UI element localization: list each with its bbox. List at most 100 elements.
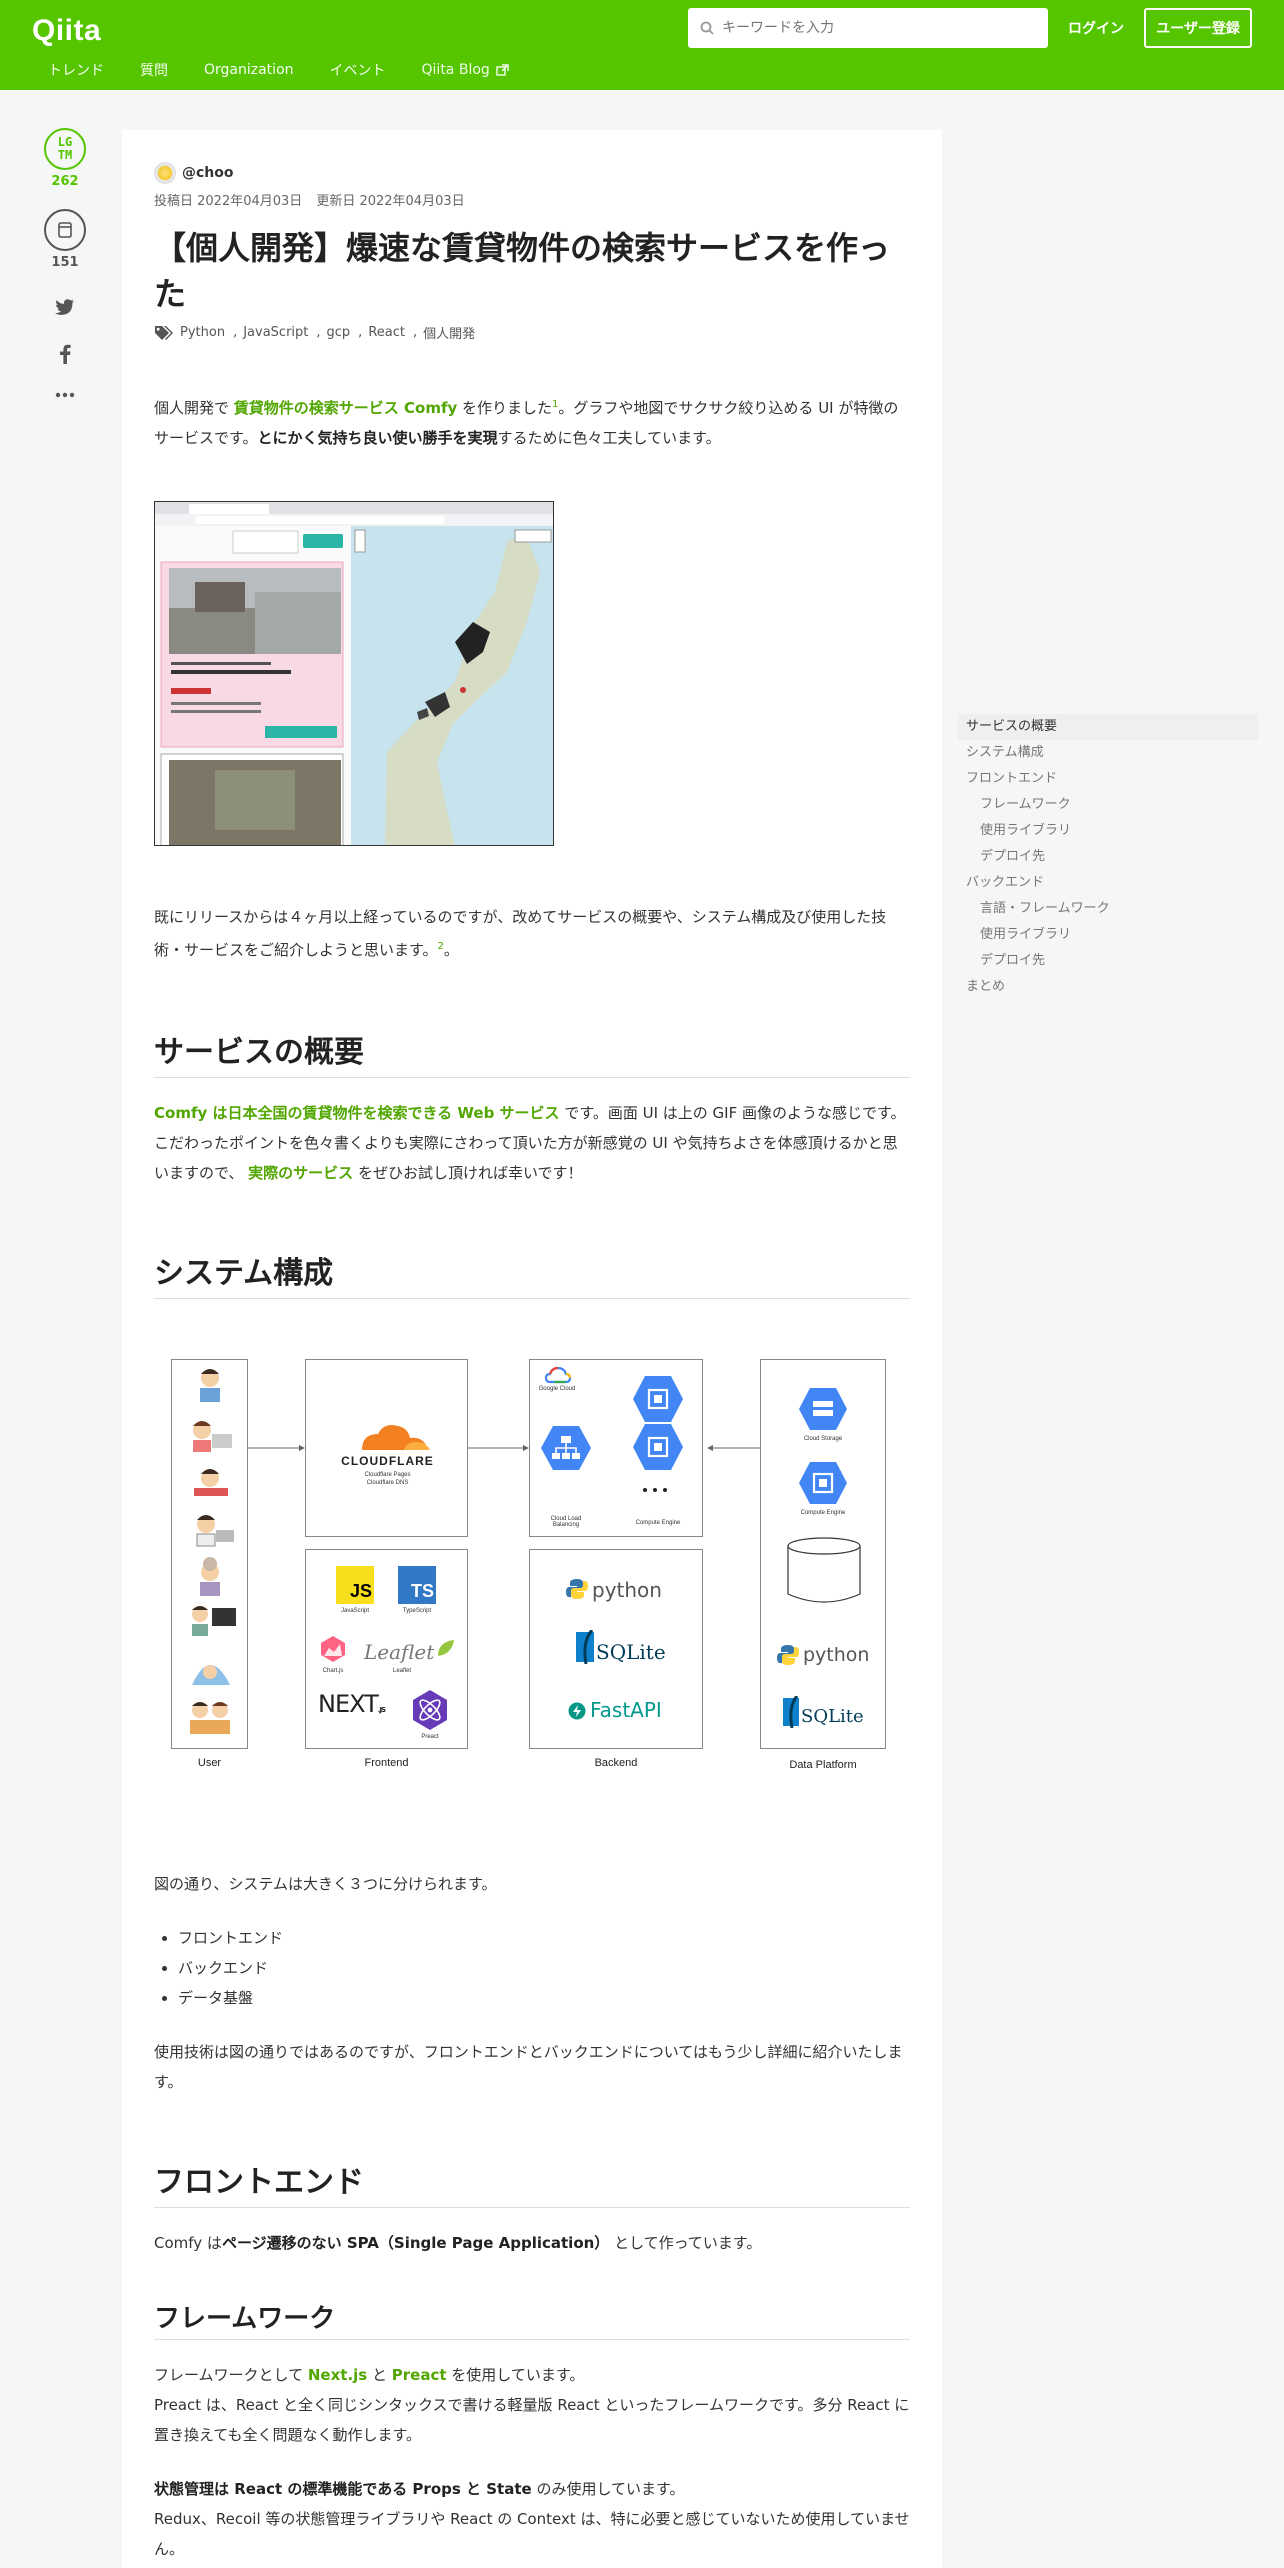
tag-react[interactable]: React (368, 325, 405, 340)
global-header: Qiita ログイン ユーザー登録 トレンド 質問 Organization イ… (0, 0, 1284, 90)
leaflet-logo: Leaflet (364, 1640, 435, 1664)
nav-organization[interactable]: Organization (204, 60, 294, 80)
author-row[interactable]: @choo (154, 162, 910, 184)
python-logo-text-2: python (803, 1644, 870, 1666)
toc-item-system[interactable]: システム構成 (958, 740, 1258, 766)
frontend-text-2: として作っています。 (609, 2234, 762, 2252)
comfy-ui-screenshot (154, 501, 554, 846)
tag-list: Python, JavaScript, gcp, React, 個人開発 (154, 323, 910, 342)
external-link-icon (496, 63, 509, 76)
python-logo-icon (566, 1579, 588, 1599)
frontend-tech-box: JS JavaScript TS TypeScript Chart.js Lea… (305, 1549, 468, 1749)
release-paragraph: 既にリリースからは４ヶ月以上経っているのですが、改めてサービスの概要や、システム… (154, 902, 910, 965)
system-detail-paragraph: 使用技術は図の通りではあるのですが、フロントエンドとバックエンドについてはもう少… (154, 2043, 903, 2091)
comfy-service-link[interactable]: 賃貸物件の検索サービス Comfy (234, 399, 457, 417)
qiita-logo[interactable]: Qiita (32, 14, 101, 48)
nav-qiita-blog-label: Qiita Blog (421, 62, 490, 78)
release-end: 。 (443, 941, 459, 959)
stock-button[interactable] (44, 209, 86, 251)
login-link[interactable]: ログイン (1068, 18, 1124, 38)
frontend-paragraph: Comfy はページ遷移のない SPA（Single Page Applicat… (154, 2228, 910, 2258)
release-text: 既にリリースからは４ヶ月以上経っているのですが、改めてサービスの概要や、システム… (154, 908, 887, 959)
tag-javascript[interactable]: JavaScript (243, 325, 308, 340)
cloudflare-logo-text: CLOUDFLARE (341, 1454, 434, 1468)
database-icon (787, 1537, 861, 1603)
author-name[interactable]: @choo (182, 165, 234, 181)
updated-date: 更新日 2022年04月03日 (316, 194, 465, 209)
data-platform-box: Cloud Storage Compute Engine python SQLi… (760, 1359, 886, 1749)
nextjs-logo-sub: .JS (377, 1706, 386, 1714)
ellipsis-icon (643, 1488, 667, 1492)
author-avatar[interactable] (154, 162, 176, 184)
overview-text-1: です。画面 UI は上の GIF 画像のような感じです。 (559, 1104, 906, 1122)
heading-framework: フレームワーク (154, 2298, 910, 2340)
framework-text-2: を使用しています。 (446, 2366, 585, 2384)
tag-gcp[interactable]: gcp (327, 325, 351, 340)
stock-count: 151 (51, 255, 79, 270)
frontend-bold: ページ遷移のない SPA（Single Page Application） (221, 2234, 610, 2252)
toc-item-frontend[interactable]: フロントエンド (958, 766, 1258, 792)
cloud-load-balancing-label: Cloud Load Balancing (550, 1516, 582, 1528)
intro-text-b: を作りました (457, 399, 553, 417)
preact-link[interactable]: Preact (392, 2366, 447, 2384)
tags-icon (155, 325, 173, 340)
lgtm-button[interactable]: LG TM (44, 128, 86, 170)
gcp-box: Google Cloud Cloud Load Balancing Comput… (529, 1359, 703, 1537)
toc-item-language-framework[interactable]: 言語・フレームワーク (958, 896, 1258, 922)
javascript-caption: JavaScript (340, 1608, 369, 1614)
overview-paragraph: Comfy は日本全国の賃貸物件を検索できる Web サービス です。画面 UI… (154, 1098, 910, 1188)
toc-item-frontend-libraries[interactable]: 使用ライブラリ (958, 818, 1258, 844)
javascript-logo-text: JS (349, 1581, 372, 1601)
toc-item-backend[interactable]: バックエンド (958, 870, 1258, 896)
article-body: @choo 投稿日 2022年04月03日 更新日 2022年04月03日 【個人… (154, 162, 910, 2564)
nav-trend[interactable]: トレンド (48, 60, 104, 80)
overview-text-3: をぜひお試し頂ければ幸いです！ (353, 1164, 583, 1182)
twitter-icon[interactable] (55, 298, 75, 316)
intro-paragraph: 個人開発で 賃貸物件の検索サービス Comfy を作りました1。グラフや地図でサ… (154, 390, 910, 453)
list-item: データ基盤 (178, 1983, 910, 2013)
actual-service-link[interactable]: 実際のサービス (248, 1164, 353, 1182)
nav-events[interactable]: イベント (330, 60, 386, 80)
compute-engine-icon-2 (633, 1424, 683, 1470)
compute-engine-icon-3 (799, 1462, 847, 1504)
signup-button[interactable]: ユーザー登録 (1144, 8, 1252, 48)
framework-text-3: のみ使用しています。 (531, 2480, 685, 2498)
facebook-icon[interactable] (59, 344, 71, 364)
frontend-text-1: Comfy は (154, 2234, 222, 2252)
sqlite-logo-icon (576, 1630, 594, 1664)
heading-system: システム構成 (154, 1248, 910, 1299)
framework-text-1: フレームワークとして (154, 2366, 308, 2384)
system-architecture-diagram: User CLOUDFLARE Cloudflare Pages Cloudfl… (154, 1359, 910, 1829)
search-input[interactable] (722, 20, 1022, 36)
overview-service-link[interactable]: Comfy は日本全国の賃貸物件を検索できる Web サービス (154, 1104, 560, 1122)
cloudflare-box: CLOUDFLARE Cloudflare Pages Cloudflare D… (305, 1359, 468, 1537)
tag-personal-dev[interactable]: 個人開発 (423, 323, 475, 342)
toc-item-backend-deploy[interactable]: デプロイ先 (958, 948, 1258, 974)
google-cloud-label: Google Cloud (538, 1386, 576, 1392)
nav-questions[interactable]: 質問 (140, 60, 168, 80)
lgtm-label-1: LG (57, 135, 73, 149)
intro-text-a: 個人開発で (154, 399, 234, 417)
tag-python[interactable]: Python (180, 325, 225, 340)
toc-item-overview[interactable]: サービスの概要 (958, 714, 1258, 740)
nav-qiita-blog[interactable]: Qiita Blog (422, 60, 509, 80)
list-item: バックエンド (178, 1953, 910, 1983)
comfy-ui-illustration (155, 502, 553, 845)
toc-item-summary[interactable]: まとめ (958, 974, 1258, 1000)
typescript-caption: TypeScript (402, 1608, 432, 1614)
sqlite-logo-icon-2 (783, 1696, 799, 1728)
google-cloud-logo (544, 1366, 572, 1384)
toc-item-frontend-deploy[interactable]: デプロイ先 (958, 844, 1258, 870)
toc-item-backend-libraries[interactable]: 使用ライブラリ (958, 922, 1258, 948)
framework-and: と (367, 2366, 392, 2384)
frontend-caption: Frontend (364, 1757, 409, 1769)
search-box[interactable] (688, 8, 1048, 48)
table-of-contents: サービスの概要 システム構成 フロントエンド フレームワーク 使用ライブラリ デ… (958, 714, 1258, 1000)
compute-engine-label-2: Compute Engine (800, 1510, 846, 1516)
toc-item-framework[interactable]: フレームワーク (958, 792, 1258, 818)
sqlite-logo-text-2: SQLite (801, 1706, 864, 1727)
backend-caption: Backend (594, 1757, 638, 1769)
more-options-icon[interactable] (55, 392, 75, 398)
nextjs-link[interactable]: Next.js (308, 2366, 367, 2384)
data-platform-caption: Data Platform (789, 1759, 857, 1771)
